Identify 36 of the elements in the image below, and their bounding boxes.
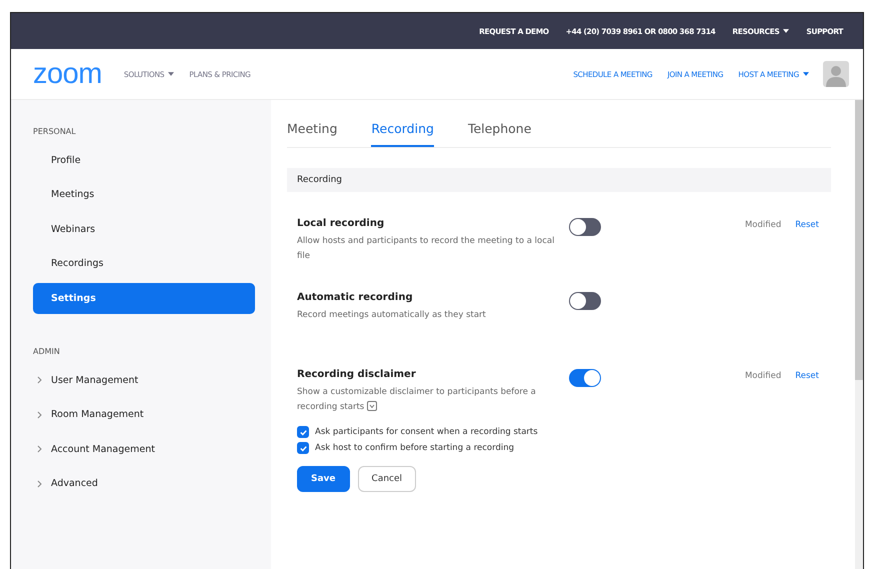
toggle-switch[interactable] (569, 218, 601, 236)
toggle-switch[interactable] (569, 369, 601, 387)
section-header: Recording (287, 168, 831, 192)
sidebar-item[interactable]: Profile (33, 143, 255, 178)
checkbox-label: Ask host to confirm before starting a recording (315, 442, 514, 455)
sidebar-item[interactable]: Settings (33, 283, 255, 314)
tab[interactable]: Telephone (468, 119, 532, 147)
reset-link[interactable]: Reset (795, 371, 819, 381)
sidebar-item[interactable]: Webinars (33, 212, 255, 246)
tab[interactable]: Meeting (287, 119, 338, 147)
sidebar-item[interactable]: User Management (33, 363, 255, 398)
setting-description: Record meetings automatically as they start (297, 309, 487, 322)
setting-title: Local recording (297, 218, 386, 229)
setting-title: Automatic recording (297, 292, 414, 303)
sidebar-item[interactable]: Recordings (33, 246, 255, 281)
expand-icon[interactable] (366, 401, 377, 411)
section-heading: ADMIN (33, 346, 61, 358)
save-button[interactable]: Save (297, 466, 350, 492)
toggle-switch[interactable] (569, 292, 601, 310)
cancel-button[interactable]: Cancel (358, 466, 416, 492)
sidebar-item[interactable]: Account Management (33, 432, 255, 466)
scrollbar-thumb[interactable] (855, 100, 863, 380)
status-label: Modified (744, 371, 782, 381)
setting-title: Recording disclaimer (297, 369, 417, 380)
sidebar-item[interactable]: Meetings (33, 178, 255, 212)
checkbox-label: Ask participants for consent when a recording starts (315, 426, 538, 439)
tab[interactable]: Recording (371, 119, 434, 147)
sidebar-item[interactable]: Room Management (33, 398, 255, 432)
status-label: Modified (744, 220, 782, 230)
checkbox[interactable] (297, 442, 309, 454)
reset-link[interactable]: Reset (795, 220, 819, 230)
checkbox[interactable] (297, 426, 309, 438)
setting-description: Allow hosts and participants to record the meeting to a local file (297, 235, 556, 263)
setting-description: Show a customizable disclaimer to participants before a recording starts (297, 386, 537, 414)
section-heading: PERSONAL (33, 126, 77, 138)
sidebar-item[interactable]: Advanced (33, 466, 255, 501)
